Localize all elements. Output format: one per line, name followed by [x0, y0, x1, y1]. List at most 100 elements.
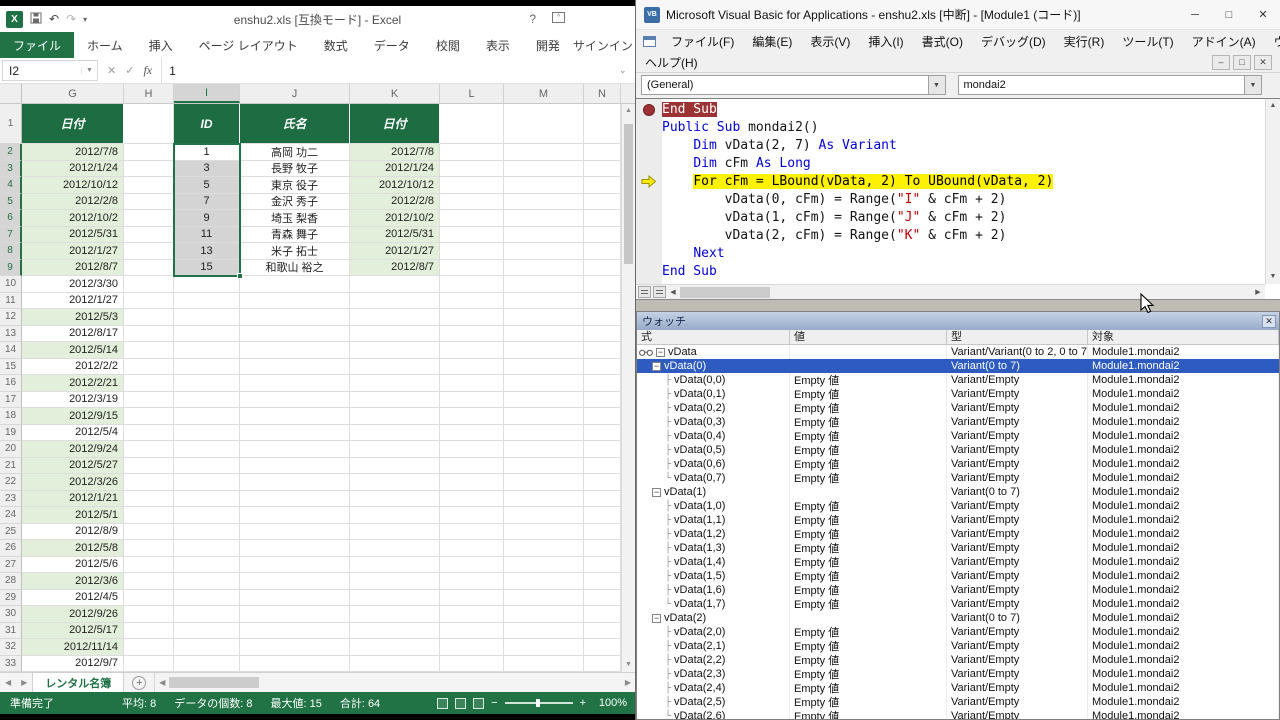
- cell-K28[interactable]: [350, 573, 440, 590]
- cell-M23[interactable]: [504, 491, 584, 508]
- row-header-30[interactable]: 30: [0, 606, 22, 623]
- cell-N25[interactable]: [584, 524, 621, 541]
- row-header-12[interactable]: 12: [0, 309, 22, 326]
- cell-L21[interactable]: [440, 458, 504, 475]
- cell-I2[interactable]: 1: [174, 144, 240, 161]
- cell-I11[interactable]: [174, 293, 240, 310]
- row-header-19[interactable]: 19: [0, 425, 22, 442]
- scroll-up-icon[interactable]: ▲: [1266, 99, 1280, 113]
- watch-row[interactable]: −vData(0)Variant(0 to 7)Module1.mondai2: [637, 359, 1279, 373]
- full-module-view-icon[interactable]: [653, 286, 666, 298]
- watch-row[interactable]: ├vData(0,2)Empty 値Variant/EmptyModule1.m…: [637, 401, 1279, 415]
- cell-N7[interactable]: [584, 227, 621, 244]
- cell-N14[interactable]: [584, 342, 621, 359]
- view-normal-icon[interactable]: [437, 698, 448, 709]
- cell-N11[interactable]: [584, 293, 621, 310]
- horizontal-scrollbar[interactable]: ◀ ▶: [154, 673, 635, 692]
- cell-G32[interactable]: 2012/11/14: [22, 639, 124, 656]
- worksheet-grid[interactable]: 1日付ID氏名日付22012/7/81高岡 功二2012/7/832012/1/…: [0, 104, 635, 672]
- code-line-4[interactable]: Dim cFm As Long: [662, 155, 1265, 173]
- cell-M22[interactable]: [504, 474, 584, 491]
- cell-G23[interactable]: 2012/1/21: [22, 491, 124, 508]
- cell-N16[interactable]: [584, 375, 621, 392]
- margin-indicator-bar[interactable]: [636, 99, 662, 284]
- row-header-23[interactable]: 23: [0, 491, 22, 508]
- cell-I1[interactable]: ID: [174, 104, 240, 144]
- code-pane[interactable]: End SubPublic Sub mondai2() Dim vData(2,…: [636, 98, 1280, 299]
- cell-K30[interactable]: [350, 606, 440, 623]
- cell-I9[interactable]: 15: [174, 260, 240, 277]
- row-header-1[interactable]: 1: [0, 104, 22, 144]
- cell-J26[interactable]: [240, 540, 350, 557]
- cell-M11[interactable]: [504, 293, 584, 310]
- cell-N33[interactable]: [584, 656, 621, 673]
- watch-row[interactable]: └vData(1,7)Empty 値Variant/EmptyModule1.m…: [637, 597, 1279, 611]
- cell-K31[interactable]: [350, 623, 440, 640]
- watch-row[interactable]: └vData(2,6)Empty 値Variant/EmptyModule1.m…: [637, 709, 1279, 719]
- cell-M8[interactable]: [504, 243, 584, 260]
- cell-N21[interactable]: [584, 458, 621, 475]
- cell-G18[interactable]: 2012/9/15: [22, 408, 124, 425]
- cell-G11[interactable]: 2012/1/27: [22, 293, 124, 310]
- cell-J30[interactable]: [240, 606, 350, 623]
- code-window-icon[interactable]: [643, 36, 656, 47]
- cell-M20[interactable]: [504, 441, 584, 458]
- cell-L32[interactable]: [440, 639, 504, 656]
- cell-N19[interactable]: [584, 425, 621, 442]
- cell-L30[interactable]: [440, 606, 504, 623]
- cell-G20[interactable]: 2012/9/24: [22, 441, 124, 458]
- sheet-tab-rental-list[interactable]: レンタル名簿: [32, 673, 124, 692]
- cell-I10[interactable]: [174, 276, 240, 293]
- cell-K3[interactable]: 2012/1/24: [350, 161, 440, 178]
- cell-M30[interactable]: [504, 606, 584, 623]
- cell-G12[interactable]: 2012/5/3: [22, 309, 124, 326]
- status-stat[interactable]: 平均: 8: [122, 695, 156, 711]
- excel-app-icon[interactable]: X: [6, 11, 23, 28]
- cell-K6[interactable]: 2012/10/2: [350, 210, 440, 227]
- name-box-dropdown-icon[interactable]: ▼: [81, 67, 97, 74]
- cell-N29[interactable]: [584, 590, 621, 607]
- status-stat[interactable]: 合計: 64: [340, 695, 380, 711]
- row-header-5[interactable]: 5: [0, 194, 22, 211]
- cell-K21[interactable]: [350, 458, 440, 475]
- cell-H15[interactable]: [124, 359, 174, 376]
- cell-I16[interactable]: [174, 375, 240, 392]
- cell-I20[interactable]: [174, 441, 240, 458]
- ribbon-tab-insert[interactable]: 挿入: [136, 32, 186, 58]
- view-page-break-icon[interactable]: [473, 698, 484, 709]
- code-line-2[interactable]: Public Sub mondai2(): [662, 119, 1265, 137]
- cell-J11[interactable]: [240, 293, 350, 310]
- add-sheet-icon[interactable]: +: [132, 676, 146, 690]
- ribbon-tab-file[interactable]: ファイル: [0, 32, 74, 58]
- cell-J23[interactable]: [240, 491, 350, 508]
- cell-L15[interactable]: [440, 359, 504, 376]
- cell-M21[interactable]: [504, 458, 584, 475]
- watch-row[interactable]: ├vData(0,5)Empty 値Variant/EmptyModule1.m…: [637, 443, 1279, 457]
- cell-K15[interactable]: [350, 359, 440, 376]
- watch-row[interactable]: └vData(0,7)Empty 値Variant/EmptyModule1.m…: [637, 471, 1279, 485]
- row-header-33[interactable]: 33: [0, 656, 22, 673]
- cell-M6[interactable]: [504, 210, 584, 227]
- ribbon-tab-developer[interactable]: 開発: [523, 32, 573, 58]
- vertical-scroll-thumb[interactable]: [624, 124, 633, 264]
- cell-J2[interactable]: 高岡 功二: [240, 144, 350, 161]
- undo-icon[interactable]: ↶: [49, 13, 59, 25]
- status-stat[interactable]: 最大値: 15: [270, 695, 321, 711]
- row-header-13[interactable]: 13: [0, 326, 22, 343]
- cell-K23[interactable]: [350, 491, 440, 508]
- close-icon[interactable]: ✕: [1246, 0, 1280, 30]
- cell-M2[interactable]: [504, 144, 584, 161]
- cell-K4[interactable]: 2012/10/12: [350, 177, 440, 194]
- cell-L18[interactable]: [440, 408, 504, 425]
- column-header-N[interactable]: N: [584, 84, 621, 103]
- vertical-scrollbar[interactable]: ▲ ▼: [621, 104, 635, 672]
- cell-I17[interactable]: [174, 392, 240, 409]
- cell-M33[interactable]: [504, 656, 584, 673]
- tree-collapse-icon[interactable]: −: [652, 362, 661, 371]
- cell-M10[interactable]: [504, 276, 584, 293]
- cell-H30[interactable]: [124, 606, 174, 623]
- cell-M13[interactable]: [504, 326, 584, 343]
- formula-bar-expand-icon[interactable]: ⌄: [619, 58, 635, 83]
- window-splitter[interactable]: [636, 299, 1280, 311]
- cell-I5[interactable]: 7: [174, 194, 240, 211]
